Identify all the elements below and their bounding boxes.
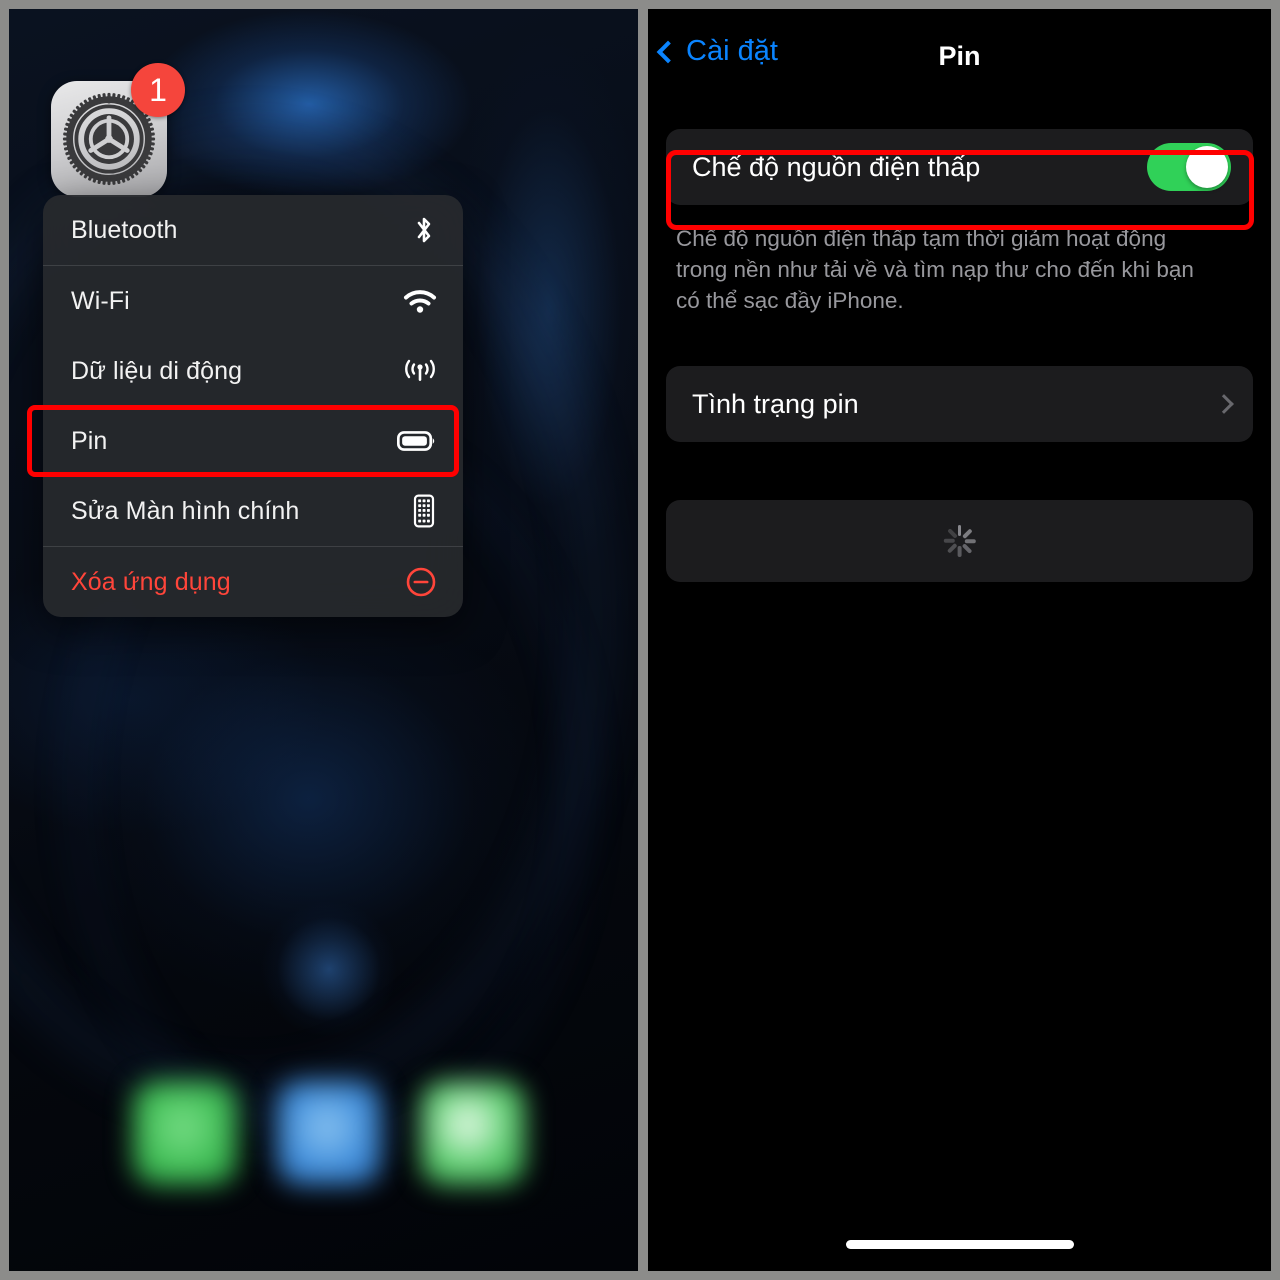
activity-spinner-icon — [943, 524, 977, 558]
chevron-right-icon — [1214, 394, 1234, 414]
notification-badge: 1 — [131, 63, 185, 117]
context-menu-item-label: Bluetooth — [71, 215, 178, 244]
low-power-mode-label: Chế độ nguồn điện thấp — [692, 151, 981, 182]
iphone-home-screen-panel: 1 Bluetooth Wi-Fi Dữ liệu di động Pin Sử… — [9, 9, 638, 1271]
context-menu-item-label: Wi-Fi — [71, 286, 130, 315]
wifi-icon — [397, 288, 437, 314]
low-power-mode-toggle[interactable] — [1147, 143, 1231, 191]
battery-health-label: Tình trạng pin — [692, 388, 859, 419]
context-menu-item-edit-home-screen[interactable]: Sửa Màn hình chính — [43, 476, 463, 546]
toggle-knob — [1186, 146, 1228, 188]
context-menu-item-cellular-data[interactable]: Dữ liệu di động — [43, 336, 463, 406]
context-menu-item-bluetooth[interactable]: Bluetooth — [43, 195, 463, 265]
green-app-icon[interactable] — [133, 1081, 237, 1185]
navigation-bar: Cài đặt Pin — [648, 9, 1271, 101]
context-menu-item-label: Dữ liệu di động — [71, 356, 243, 385]
page-title: Pin — [938, 41, 981, 71]
battery-icon — [397, 429, 437, 453]
home-screen-grid-icon — [397, 494, 437, 528]
home-indicator-bar — [845, 1240, 1074, 1249]
battery-health-row[interactable]: Tình trạng pin — [666, 366, 1253, 442]
minus-circle-icon — [397, 566, 437, 598]
low-power-mode-card: Chế độ nguồn điện thấp — [666, 129, 1253, 205]
low-power-mode-description: Chế độ nguồn điện thấp tạm thời giảm hoạ… — [676, 226, 1194, 313]
loading-card — [666, 500, 1253, 582]
app-context-menu: Bluetooth Wi-Fi Dữ liệu di động Pin Sửa … — [43, 195, 463, 617]
context-menu-item-label: Sửa Màn hình chính — [71, 496, 300, 525]
settings-app-icon-container[interactable]: 1 — [51, 63, 185, 197]
context-menu-item-label: Xóa ứng dụng — [71, 567, 231, 596]
blue-app-icon[interactable] — [277, 1081, 381, 1185]
context-menu-item-delete-app[interactable]: Xóa ứng dụng — [43, 547, 463, 617]
context-menu-item-label: Pin — [71, 426, 108, 455]
low-power-mode-row[interactable]: Chế độ nguồn điện thấp — [666, 129, 1253, 205]
screenshot-root: 1 Bluetooth Wi-Fi Dữ liệu di động Pin Sử… — [0, 0, 1280, 1280]
context-menu-item-wifi[interactable]: Wi-Fi — [43, 266, 463, 336]
bluetooth-icon — [397, 214, 437, 246]
cellular-antenna-icon — [397, 356, 437, 386]
battery-health-card: Tình trạng pin — [666, 366, 1253, 442]
dock — [9, 1073, 638, 1223]
battery-settings-panel: Cài đặt Pin Chế độ nguồn điện thấp Chế đ… — [648, 9, 1271, 1271]
context-menu-item-battery[interactable]: Pin — [43, 406, 463, 476]
green-app-icon[interactable] — [421, 1081, 525, 1185]
